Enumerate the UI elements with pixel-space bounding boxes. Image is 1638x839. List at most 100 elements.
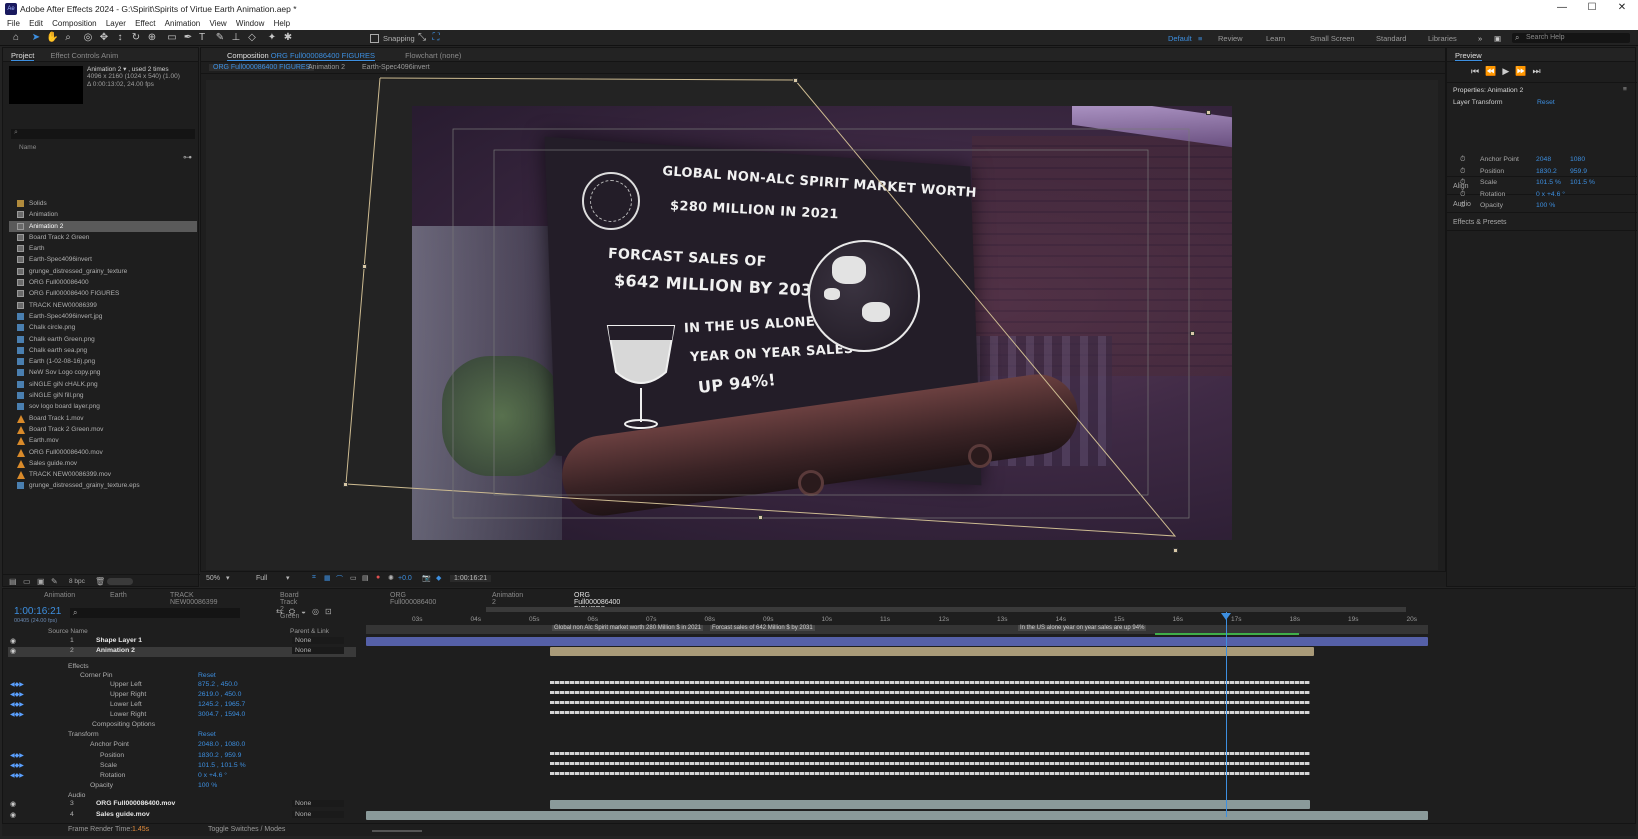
parent-select[interactable]: None bbox=[292, 647, 344, 654]
project-item[interactable]: Animation bbox=[9, 209, 197, 220]
close-icon[interactable]: ✕ bbox=[1608, 2, 1636, 16]
menu-edit[interactable]: Edit bbox=[29, 19, 43, 28]
layer-name[interactable]: ORG Full000086400.mov bbox=[96, 800, 175, 807]
project-item[interactable]: Solids bbox=[9, 198, 197, 209]
menu-composition[interactable]: Composition bbox=[52, 19, 96, 28]
timeline-tab[interactable]: Earth bbox=[110, 592, 127, 599]
keyframes-upper-right[interactable] bbox=[550, 691, 1310, 694]
keyframes-rotation[interactable] bbox=[550, 772, 1310, 775]
shape-layer-bar[interactable] bbox=[366, 637, 1428, 646]
marker-3[interactable]: In the US alone year on year sales are u… bbox=[1018, 625, 1147, 631]
breadcrumb-animation-2[interactable]: Animation 2 bbox=[308, 64, 345, 71]
project-item[interactable]: ORG Full000086400.mov bbox=[9, 447, 197, 458]
keyframe-navigator-icon[interactable]: ◀◆▶ bbox=[10, 772, 24, 779]
fast-previews-icon[interactable]: ⌗ bbox=[312, 574, 316, 582]
project-item[interactable]: grunge_distressed_grainy_texture.eps bbox=[9, 480, 197, 491]
toggle-switches-button[interactable]: Toggle Switches / Modes bbox=[208, 826, 285, 833]
graph-editor-icon[interactable]: ⊡ bbox=[325, 607, 338, 616]
keyframes-lower-left[interactable] bbox=[550, 701, 1310, 704]
project-item[interactable]: Chalk earth sea.png bbox=[9, 345, 197, 356]
pan-camera-icon[interactable]: ✥ bbox=[98, 32, 110, 44]
project-item[interactable]: Sales guide.mov bbox=[9, 458, 197, 469]
parent-select[interactable]: None bbox=[292, 811, 344, 818]
marker-1[interactable]: Global non Alc Spirit market worth 280 M… bbox=[552, 625, 704, 631]
project-item[interactable]: Earth-Spec4096invert.jpg bbox=[9, 311, 197, 322]
last-frame-icon[interactable]: ⏭ bbox=[1532, 66, 1546, 76]
eraser-tool-icon[interactable]: ◇ bbox=[246, 32, 258, 44]
channel-icon[interactable]: ● bbox=[376, 574, 380, 581]
timeline-layer-row[interactable]: ◉ 2 Animation 2 None bbox=[8, 647, 356, 657]
property-value[interactable]: 1830.2 , 959.9 bbox=[198, 752, 241, 759]
property-value[interactable]: 0 x +4.6 ° bbox=[198, 772, 227, 779]
corner-handle-lower-left[interactable] bbox=[343, 482, 348, 487]
workspace-default[interactable]: Default bbox=[1168, 34, 1192, 43]
comp-mini-flowchart-icon[interactable]: ⇆ bbox=[276, 607, 289, 616]
prev-frame-icon[interactable]: ⏪ bbox=[1485, 66, 1502, 76]
layer-name[interactable]: Sales guide.mov bbox=[96, 811, 150, 818]
help-search-field[interactable]: ⌕ Search Help bbox=[1512, 33, 1630, 43]
project-item[interactable]: Chalk circle.png bbox=[9, 322, 197, 333]
playhead[interactable] bbox=[1226, 612, 1227, 817]
play-icon[interactable]: ▶ bbox=[1502, 66, 1515, 76]
timeline-timecode[interactable]: 1:00:16:21 bbox=[14, 606, 61, 617]
corner-handle-top[interactable] bbox=[793, 78, 798, 83]
col-parent-header[interactable]: Parent & Link bbox=[290, 628, 329, 635]
reset-button[interactable]: Reset bbox=[198, 731, 216, 738]
visibility-eye-icon[interactable]: ◉ bbox=[10, 800, 16, 808]
selection-tool-icon[interactable]: ➤ bbox=[30, 32, 42, 44]
property-value[interactable]: 101.5 , 101.5 % bbox=[198, 762, 246, 769]
stopwatch-icon[interactable]: ⏱ bbox=[1460, 156, 1465, 164]
timeline-property-row[interactable]: Anchor Point 2048.0 , 1080.0 bbox=[8, 741, 356, 751]
layer-name[interactable]: Shape Layer 1 bbox=[96, 637, 142, 644]
bpc-label[interactable]: 8 bpc bbox=[69, 578, 85, 585]
zoom-tool-icon[interactable]: ⌕ bbox=[62, 32, 74, 44]
shy-icon[interactable]: ◒ bbox=[301, 607, 312, 616]
property-value[interactable]: 3004.7 , 1594.0 bbox=[198, 711, 245, 718]
snap-extend-icon[interactable]: ⛶ bbox=[430, 32, 442, 44]
keyframe-navigator-icon[interactable]: ◀◆▶ bbox=[10, 752, 24, 759]
parent-select[interactable]: None bbox=[292, 637, 344, 644]
reset-button[interactable]: Reset bbox=[198, 672, 216, 679]
keyframes-scale[interactable] bbox=[550, 762, 1310, 765]
resolution-chevron-icon[interactable]: ▾ bbox=[286, 574, 290, 582]
next-frame-icon[interactable]: ⏩ bbox=[1515, 66, 1532, 76]
stopwatch-icon[interactable]: ⏱ bbox=[1460, 179, 1465, 187]
tab-flowchart[interactable]: Flowchart (none) bbox=[405, 51, 461, 60]
tab-effect-controls[interactable]: Effect Controls Anim bbox=[50, 51, 118, 60]
menu-view[interactable]: View bbox=[209, 19, 226, 28]
timeline-layer-row[interactable]: ◉ 3 ORG Full000086400.mov None bbox=[8, 800, 356, 810]
project-item[interactable]: NeW Sov Logo copy.png bbox=[9, 367, 197, 378]
workspace-small-screen[interactable]: Small Screen bbox=[1310, 34, 1355, 43]
rectangle-tool-icon[interactable]: ▭ bbox=[166, 32, 178, 44]
keyframe-navigator-icon[interactable]: ◀◆▶ bbox=[10, 681, 24, 688]
stopwatch-icon[interactable]: ⏱ bbox=[1460, 202, 1465, 210]
delete-icon[interactable]: 🗑 bbox=[95, 577, 105, 586]
property-value-2[interactable]: 101.5 % bbox=[1570, 179, 1595, 186]
tab-composition[interactable]: Composition ORG Full000086400 FIGURES bbox=[227, 51, 375, 61]
timeline-property-row[interactable]: ◀◆▶ Lower Right 3004.7 , 1594.0 bbox=[8, 711, 356, 721]
corner-handle-upper-right[interactable] bbox=[1206, 110, 1211, 115]
brush-tool-icon[interactable]: ✎ bbox=[214, 32, 226, 44]
workspace-menu-icon[interactable]: ≡ bbox=[1198, 34, 1202, 43]
project-item[interactable]: siNGLE giN cHALK.png bbox=[9, 379, 197, 390]
first-frame-icon[interactable]: ⏮ bbox=[1471, 66, 1485, 76]
magnification-select[interactable]: 50% bbox=[206, 575, 220, 582]
animation2-layer-bar[interactable] bbox=[550, 647, 1314, 656]
workspace-learn[interactable]: Learn bbox=[1266, 34, 1285, 43]
project-item[interactable]: Earth.mov bbox=[9, 435, 197, 446]
property-value-2[interactable]: 1080 bbox=[1570, 156, 1585, 163]
marker-2[interactable]: Forcast sales of 642 Million $ by 2031 bbox=[710, 625, 815, 631]
snapshot-icon[interactable]: 📷 bbox=[422, 574, 431, 582]
visibility-eye-icon[interactable]: ◉ bbox=[10, 647, 16, 655]
thumbnail-slider[interactable] bbox=[107, 578, 133, 585]
playhead-handle-icon[interactable] bbox=[1221, 613, 1231, 620]
project-item[interactable]: Earth bbox=[9, 243, 197, 254]
menu-file[interactable]: File bbox=[7, 19, 20, 28]
property-value[interactable]: 2619.0 , 450.0 bbox=[198, 691, 241, 698]
project-item[interactable]: Earth-Spec4096invert bbox=[9, 254, 197, 265]
preview-tab[interactable]: Preview bbox=[1455, 51, 1482, 61]
property-value[interactable]: 100 % bbox=[198, 782, 217, 789]
project-item[interactable]: Board Track 2 Green.mov bbox=[9, 424, 197, 435]
properties-menu-icon[interactable]: ≡ bbox=[1623, 86, 1627, 93]
tab-project[interactable]: Project bbox=[11, 51, 35, 61]
